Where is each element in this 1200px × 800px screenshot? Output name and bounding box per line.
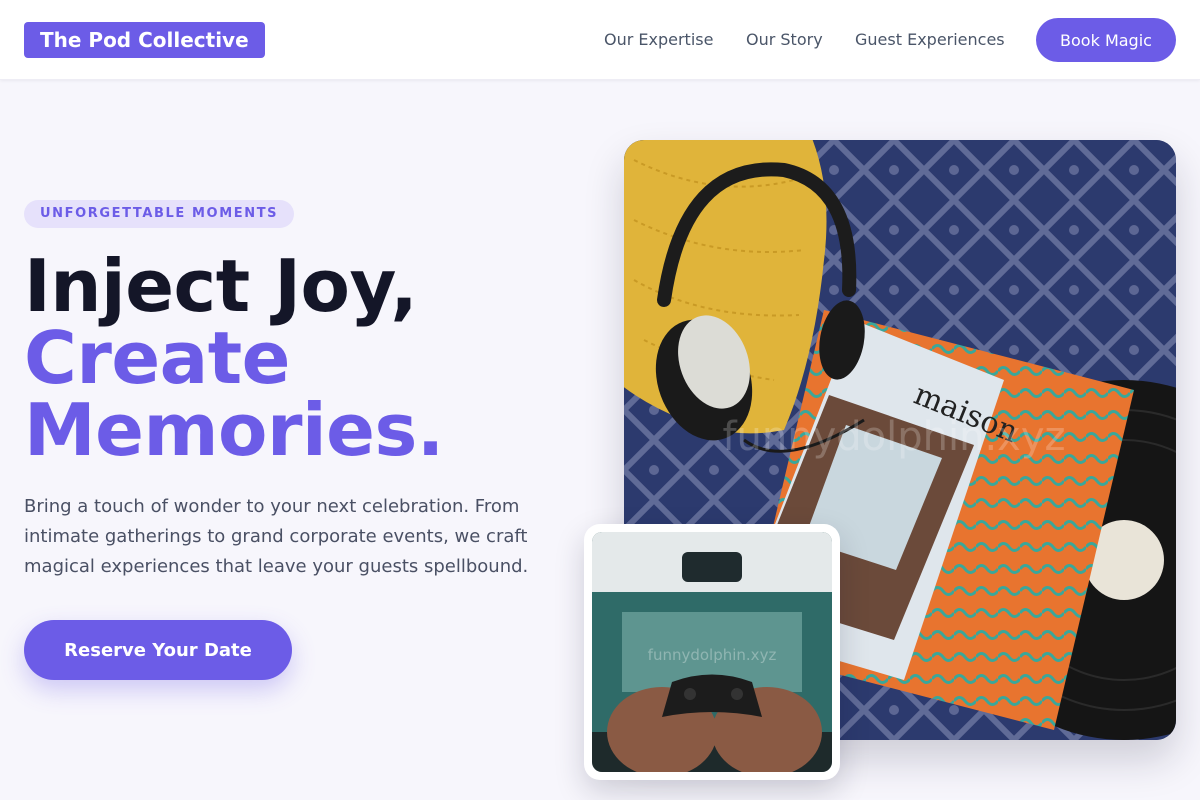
hero-headline: Inject Joy, Create Memories.	[24, 250, 584, 466]
headline-line-3: Memories.	[24, 388, 444, 472]
nav-our-story[interactable]: Our Story	[746, 30, 823, 49]
headline-line-1: Inject Joy,	[24, 244, 418, 328]
hero-description: Bring a touch of wonder to your next cel…	[24, 496, 529, 577]
site-header: The Pod Collective Our Expertise Our Sto…	[0, 0, 1200, 80]
secondary-photo: funnydolphin.xyz	[592, 532, 832, 772]
eyebrow-badge: UNFORGETTABLE MOMENTS	[24, 200, 295, 228]
reserve-date-button[interactable]: Reserve Your Date	[24, 620, 292, 680]
nav-our-expertise[interactable]: Our Expertise	[604, 30, 713, 49]
headline-line-2: Create	[24, 316, 291, 400]
brand-logo[interactable]: The Pod Collective	[24, 22, 265, 58]
game-controller-icon: funnydolphin.xyz	[592, 532, 832, 772]
watermark-text: funnydolphin.xyz	[722, 414, 1065, 460]
book-magic-button[interactable]: Book Magic	[1036, 18, 1176, 62]
nav-guest-experiences[interactable]: Guest Experiences	[855, 30, 1005, 49]
thumb-watermark-text: funnydolphin.xyz	[648, 646, 777, 664]
secondary-photo-card: funnydolphin.xyz	[584, 524, 840, 780]
